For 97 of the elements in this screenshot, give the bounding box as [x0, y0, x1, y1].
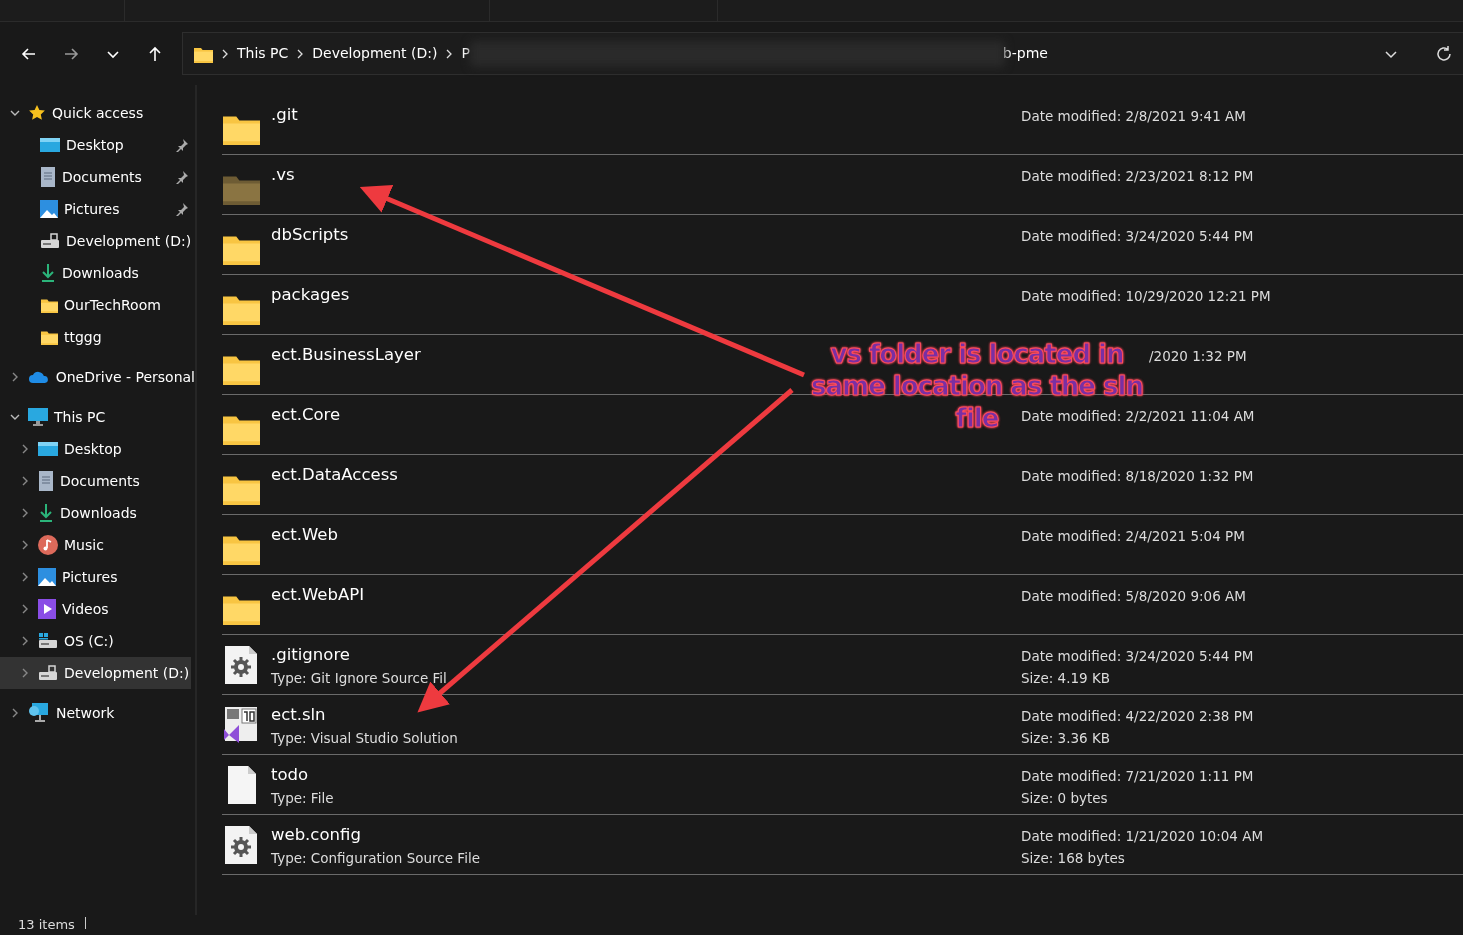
sidebar-item[interactable]: Documents: [0, 465, 195, 497]
date-modified: Date modified: 10/29/2020 12:21 PM: [1021, 287, 1272, 306]
sidebar-item[interactable]: Videos: [0, 593, 195, 625]
date-modified: Date modified: 1/21/2020 10:04 AM: [1021, 827, 1265, 846]
desktop-icon: [38, 441, 58, 457]
sidebar-item[interactable]: OurTechRoom: [0, 289, 195, 321]
file-type: Type: Visual Studio Solution: [271, 729, 458, 748]
expand-chevron-icon[interactable]: [20, 476, 30, 486]
picture-icon: [38, 568, 56, 586]
file-size: Size: 168 bytes: [1021, 849, 1126, 868]
cloud-icon: [27, 370, 50, 384]
annotation-text: vs folder is located in: [830, 338, 1124, 370]
network-icon: [28, 703, 50, 723]
sidebar-item[interactable]: OS (C:): [0, 625, 195, 657]
annotation-text: same location as the sln: [811, 370, 1143, 402]
file-size: Size: 4.19 KB: [1021, 669, 1111, 688]
sidebar-item[interactable]: Development (D:): [0, 657, 191, 689]
sidebar-item[interactable]: Desktop: [0, 129, 195, 161]
file-size: Size: 3.36 KB: [1021, 729, 1111, 748]
address-bar[interactable]: This PC Development (D:) P b-pme: [182, 32, 1463, 75]
sidebar-item[interactable]: Development (D:): [0, 225, 195, 257]
download-icon: [40, 263, 56, 283]
sidebar-item[interactable]: Downloads: [0, 257, 195, 289]
file-type: Type: File: [271, 789, 334, 808]
sidebar-item[interactable]: Music: [0, 529, 195, 561]
music-icon: [38, 535, 58, 555]
breadcrumb-item[interactable]: This PC: [237, 43, 289, 64]
file-name[interactable]: ect.DataAccess: [271, 465, 398, 485]
expand-chevron-icon[interactable]: [10, 708, 20, 718]
star-icon: [28, 104, 46, 122]
expand-chevron-icon[interactable]: [20, 540, 30, 550]
expand-chevron-icon[interactable]: [20, 508, 30, 518]
expand-chevron-icon[interactable]: [20, 636, 30, 646]
sidebar-item[interactable]: ttggg: [0, 321, 195, 353]
collapse-chevron-icon[interactable]: [10, 108, 20, 118]
document-icon: [38, 471, 54, 491]
annotation-text: file: [955, 402, 999, 434]
file-name[interactable]: ect.WebAPI: [271, 585, 364, 605]
breadcrumb-item[interactable]: P: [461, 43, 470, 64]
file-type: Type: Configuration Source File: [271, 849, 480, 868]
file-size: Size: 0 bytes: [1021, 789, 1109, 808]
drive-icon: [38, 633, 58, 649]
date-modified: Date modified: 2/2/2021 11:04 AM: [1021, 407, 1256, 426]
expand-chevron-icon[interactable]: [20, 572, 30, 582]
file-name[interactable]: .vs: [271, 165, 295, 185]
sidebar-item[interactable]: Network: [0, 697, 195, 729]
expand-chevron-icon[interactable]: [20, 444, 30, 454]
date-modified: Date modified: 2/8/2021 9:41 AM: [1021, 107, 1247, 126]
file-name[interactable]: packages: [271, 285, 350, 305]
expand-chevron-icon[interactable]: [20, 604, 30, 614]
file-name[interactable]: ect.Web: [271, 525, 338, 545]
item-count: 13 items: [18, 917, 75, 932]
video-icon: [38, 599, 56, 619]
collapse-chevron-icon[interactable]: [10, 412, 20, 422]
separator-chevron-icon: [445, 48, 454, 59]
sidebar-item[interactable]: Quick access: [0, 97, 195, 129]
sidebar-item[interactable]: Pictures: [0, 193, 195, 225]
date-modified: Date modified: 2/4/2021 5:04 PM: [1021, 527, 1246, 546]
document-icon: [40, 167, 56, 187]
sidebar-item[interactable]: Documents: [0, 161, 195, 193]
file-name[interactable]: ect.sln: [271, 705, 458, 725]
sidebar-item[interactable]: OneDrive - Personal: [0, 361, 195, 393]
date-modified: Date modified: 8/18/2020 1:32 PM: [1021, 467, 1255, 486]
date-modified: Date modified: 4/22/2020 2:38 PM: [1021, 707, 1255, 726]
sidebar-item[interactable]: Desktop: [0, 433, 195, 465]
separator-chevron-icon: [221, 48, 229, 59]
date-modified: /2020 1:32 PM: [1149, 347, 1248, 366]
computer-icon: [28, 408, 48, 426]
sidebar-item[interactable]: Downloads: [0, 497, 195, 529]
date-modified: Date modified: 3/24/2020 5:44 PM: [1021, 227, 1255, 246]
date-modified: Date modified: 2/23/2021 8:12 PM: [1021, 167, 1255, 186]
date-modified: Date modified: 5/8/2020 9:06 AM: [1021, 587, 1247, 606]
desktop-icon: [40, 137, 60, 153]
gear-file-icon: [222, 645, 260, 685]
breadcrumb-item[interactable]: b-pme: [1002, 43, 1048, 64]
refresh-icon[interactable]: [1435, 44, 1453, 63]
sidebar-item[interactable]: This PC: [0, 401, 195, 433]
file-name[interactable]: .gitignore: [271, 645, 447, 665]
separator-chevron-icon: [296, 48, 305, 59]
drive-icon: [38, 665, 58, 681]
picture-icon: [40, 200, 58, 218]
download-icon: [38, 503, 54, 523]
file-name[interactable]: ect.BusinessLayer: [271, 345, 421, 365]
date-modified: Date modified: 7/21/2020 1:11 PM: [1021, 767, 1255, 786]
file-name[interactable]: dbScripts: [271, 225, 349, 245]
expand-chevron-icon[interactable]: [20, 668, 30, 678]
file-name[interactable]: todo: [271, 765, 334, 785]
drive-icon: [40, 233, 60, 249]
solution-file-icon: [222, 705, 260, 745]
file-name[interactable]: web.config: [271, 825, 480, 845]
sidebar-item[interactable]: Pictures: [0, 561, 195, 593]
breadcrumb-item[interactable]: Development (D:): [312, 43, 438, 64]
gear-file-icon: [222, 825, 260, 865]
file-type: Type: Git Ignore Source Fil: [271, 669, 447, 688]
file-name[interactable]: .git: [271, 105, 298, 125]
file-name[interactable]: ect.Core: [271, 405, 341, 425]
date-modified: Date modified: 3/24/2020 5:44 PM: [1021, 647, 1255, 666]
